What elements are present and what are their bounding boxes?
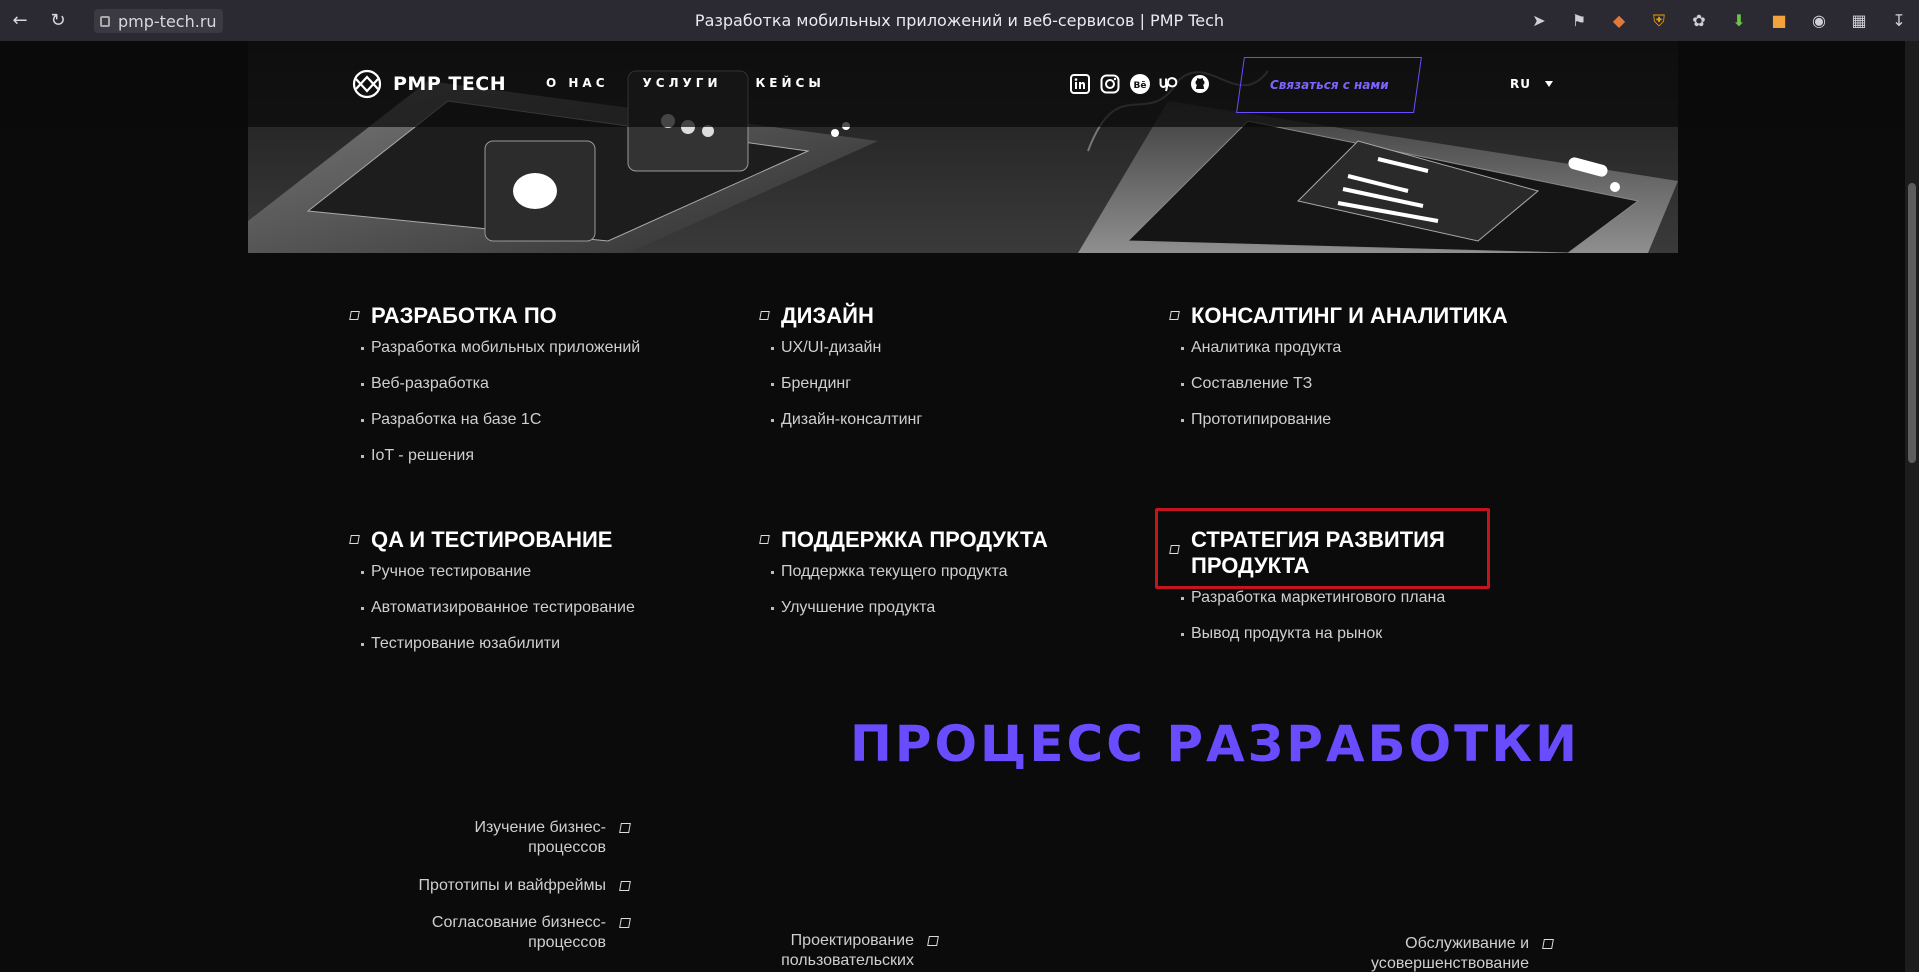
square-bullet-icon xyxy=(1542,939,1554,949)
service-title[interactable]: ДИЗАЙН xyxy=(781,303,874,329)
contact-button-label: Связаться с нами xyxy=(1269,78,1389,92)
step-line: усовершенствование xyxy=(1370,955,1529,972)
square-bullet-icon xyxy=(619,881,631,891)
service-title[interactable]: КОНСАЛТИНГ И АНАЛИТИКА xyxy=(1191,303,1508,329)
service-consulting: КОНСАЛТИНГ И АНАЛИТИКА Аналитика продукт… xyxy=(1169,303,1590,446)
service-item[interactable]: Тестирование юзабилити xyxy=(350,634,730,654)
step-line: Прототипы и вайфреймы xyxy=(418,877,606,894)
service-item[interactable]: Разработка мобильных приложений xyxy=(350,338,730,358)
github-icon[interactable] xyxy=(1189,73,1211,95)
menu-item-cases[interactable]: КЕЙСЫ xyxy=(755,76,824,90)
chevron-down-icon xyxy=(1544,81,1553,87)
step-line: пользовательских xyxy=(781,952,914,969)
url-text: pmp-tech.ru xyxy=(118,11,217,31)
service-item[interactable]: Поддержка текущего продукта xyxy=(760,562,1140,582)
square-bullet-icon xyxy=(619,823,631,833)
off-extension-icon[interactable]: ■ xyxy=(1759,0,1799,41)
service-item[interactable]: IoT - решения xyxy=(350,446,730,466)
service-item[interactable]: Составление ТЗ xyxy=(1170,374,1590,394)
process-step: Прототипы и вайфреймы xyxy=(418,876,631,896)
language-selector[interactable]: RU xyxy=(1510,77,1553,91)
logo-text: PMP TECH xyxy=(393,73,507,95)
brave-shield-icon[interactable]: ⛨ xyxy=(1639,0,1679,41)
square-bullet-icon xyxy=(619,918,631,928)
service-item[interactable]: Вывод продукта на рынок xyxy=(1170,624,1550,644)
step-line: Изучение бизнес- xyxy=(474,819,606,836)
service-item[interactable]: UX/UI-дизайн xyxy=(760,338,1140,358)
service-qa-testing: QA И ТЕСТИРОВАНИЕ Ручное тестирование Ав… xyxy=(349,527,730,670)
step-line: Согласование бизнесс- xyxy=(431,914,606,931)
highlight-box xyxy=(1155,508,1490,589)
download-icon[interactable]: ↧ xyxy=(1879,0,1919,41)
address-bar[interactable]: pmp-tech.ru xyxy=(94,9,223,33)
menu-item-about[interactable]: О НАС xyxy=(546,76,609,90)
process-step: Обслуживание и усовершенствование xyxy=(1370,934,1554,972)
square-bullet-icon xyxy=(349,535,360,544)
step-line: Обслуживание и xyxy=(1405,935,1529,952)
extension-icon[interactable]: ◆ xyxy=(1599,0,1639,41)
process-step: Изучение бизнес-процессов xyxy=(474,818,631,858)
service-item[interactable]: Автоматизированное тестирование xyxy=(350,598,730,618)
download-helper-icon[interactable]: ⬇ xyxy=(1719,0,1759,41)
lock-icon xyxy=(100,15,110,27)
bookmark-icon[interactable]: ⚑ xyxy=(1559,0,1599,41)
service-title[interactable]: ПОДДЕРЖКА ПРОДУКТА xyxy=(781,527,1048,553)
square-bullet-icon xyxy=(349,311,360,320)
social-links: Bē xyxy=(1069,73,1211,95)
service-item[interactable]: Аналитика продукта xyxy=(1170,338,1590,358)
menu-item-services[interactable]: УСЛУГИ xyxy=(643,76,722,90)
service-item[interactable]: Прототипирование xyxy=(1170,410,1590,430)
language-code: RU xyxy=(1510,77,1531,91)
page-scrollbar[interactable] xyxy=(1905,41,1919,972)
back-icon[interactable]: ← xyxy=(0,0,40,41)
svg-text:Bē: Bē xyxy=(1134,81,1147,91)
share-icon[interactable]: ➤ xyxy=(1519,0,1559,41)
service-item[interactable]: Улучшение продукта xyxy=(760,598,1140,618)
site-header: PMP TECH О НАС УСЛУГИ КЕЙСЫ Bē Связаться… xyxy=(0,41,1905,127)
service-item[interactable]: Веб-разработка xyxy=(350,374,730,394)
browser-extensions: ➤ ⚑ ◆ ⛨ ✿ ⬇ ■ ◉ ▦ ↧ xyxy=(1519,0,1919,41)
upwork-icon[interactable] xyxy=(1159,73,1181,95)
step-line: процессов xyxy=(528,934,606,951)
logo-mark-icon xyxy=(352,69,382,99)
behance-icon[interactable]: Bē xyxy=(1129,73,1151,95)
step-line: Проектирование xyxy=(790,932,914,949)
service-item[interactable]: Разработка на базе 1С xyxy=(350,410,730,430)
main-menu: О НАС УСЛУГИ КЕЙСЫ xyxy=(546,76,825,90)
section-title: ПРОЦЕСС РАЗРАБОТКИ xyxy=(850,715,1580,773)
scrollbar-thumb[interactable] xyxy=(1908,183,1916,463)
service-design: ДИЗАЙН UX/UI-дизайн Брендинг Дизайн-конс… xyxy=(759,303,1140,446)
service-item[interactable]: Ручное тестирование xyxy=(350,562,730,582)
service-item[interactable]: Дизайн-консалтинг xyxy=(760,410,1140,430)
process-step: Проектирование пользовательских xyxy=(781,931,939,971)
puzzle-icon[interactable]: ▦ xyxy=(1839,0,1879,41)
service-item[interactable]: Разработка маркетингового плана xyxy=(1170,588,1550,608)
contact-button[interactable]: Связаться с нами xyxy=(1236,57,1422,113)
service-product-support: ПОДДЕРЖКА ПРОДУКТА Поддержка текущего пр… xyxy=(759,527,1140,634)
service-title[interactable]: РАЗРАБОТКА ПО xyxy=(371,303,557,329)
service-software-development: РАЗРАБОТКА ПО Разработка мобильных прило… xyxy=(349,303,730,482)
step-line: процессов xyxy=(528,839,606,856)
process-step: Согласование бизнесс-процессов xyxy=(431,913,631,953)
globe-icon[interactable]: ◉ xyxy=(1799,0,1839,41)
instagram-icon[interactable] xyxy=(1099,73,1121,95)
logo[interactable]: PMP TECH xyxy=(350,67,506,101)
service-title[interactable]: QA И ТЕСТИРОВАНИЕ xyxy=(371,527,612,553)
service-item[interactable]: Брендинг xyxy=(760,374,1140,394)
square-bullet-icon xyxy=(927,936,939,946)
reload-icon[interactable]: ↻ xyxy=(38,0,78,41)
linkedin-icon[interactable] xyxy=(1069,73,1091,95)
square-bullet-icon xyxy=(759,311,770,320)
gnome-icon[interactable]: ✿ xyxy=(1679,0,1719,41)
square-bullet-icon xyxy=(1169,311,1180,320)
square-bullet-icon xyxy=(759,535,770,544)
